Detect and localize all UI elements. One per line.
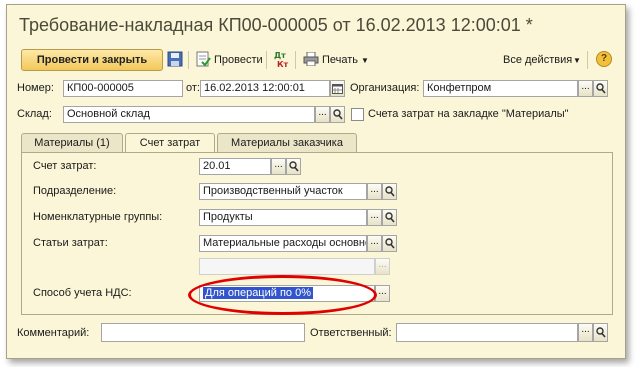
vat-method-label: Способ учета НДС: — [33, 287, 132, 299]
number-field[interactable]: КП00-000005 — [63, 80, 183, 97]
toolbar-separator — [295, 51, 296, 69]
responsible-field[interactable] — [396, 323, 578, 342]
organization-label: Организация: — [350, 82, 420, 94]
ellipsis-button[interactable]: ... — [367, 235, 382, 252]
post-and-close-button[interactable]: Провести и закрыть — [21, 49, 163, 71]
accounts-on-materials-label: Счета затрат на закладке "Материалы" — [368, 108, 569, 120]
cost-items-field[interactable]: Материальные расходы основно — [199, 235, 367, 252]
accounts-on-materials-checkbox[interactable] — [351, 108, 364, 121]
post-document-icon[interactable] — [195, 51, 211, 70]
division-field[interactable]: Производственный участок — [199, 183, 367, 200]
number-label: Номер: — [17, 82, 54, 94]
ellipsis-button[interactable]: ... — [367, 183, 382, 200]
division-label: Подразделение: — [33, 185, 117, 197]
help-icon[interactable]: ? — [596, 51, 612, 67]
debit-credit-icon[interactable]: Дт Кт — [274, 50, 290, 71]
date-field[interactable]: 16.02.2013 12:00:01 — [200, 80, 330, 97]
toolbar-separator — [587, 51, 588, 69]
comment-field[interactable] — [101, 323, 305, 342]
search-icon[interactable] — [382, 183, 397, 200]
extra-analytics-field — [199, 258, 375, 275]
cost-items-label: Статьи затрат: — [33, 237, 108, 249]
svg-text:Кт: Кт — [277, 60, 289, 68]
printer-icon[interactable] — [303, 51, 319, 69]
ellipsis-button[interactable]: ... — [315, 106, 330, 123]
save-icon[interactable] — [167, 51, 183, 70]
toolbar-separator — [188, 51, 189, 69]
account-label: Счет затрат: — [33, 160, 97, 172]
all-actions-button[interactable]: Все действия — [503, 54, 572, 66]
search-icon[interactable] — [286, 158, 301, 175]
responsible-label: Ответственный: — [310, 327, 392, 339]
nomenclature-groups-label: Номенклатурные группы: — [33, 211, 163, 223]
ellipsis-button[interactable]: ... — [578, 323, 593, 342]
account-field[interactable]: 20.01 — [199, 158, 271, 175]
warehouse-label: Склад: — [17, 108, 52, 120]
chevron-down-icon[interactable]: ▼ — [573, 56, 581, 65]
tab-cost-account[interactable]: Счет затрат — [125, 133, 215, 153]
highlight-oval — [188, 275, 377, 315]
svg-text:Дт: Дт — [274, 51, 286, 60]
search-icon[interactable] — [382, 209, 397, 226]
organization-field[interactable]: Конфетпром — [423, 80, 578, 97]
toolbar-separator — [266, 51, 267, 69]
ellipsis-button[interactable]: ... — [375, 285, 390, 302]
ellipsis-button[interactable]: ... — [271, 158, 286, 175]
toolbar: Провести и закрыть Провести Дт Кт Печать … — [7, 47, 625, 73]
warehouse-field[interactable]: Основной склад — [63, 106, 315, 123]
search-icon[interactable] — [382, 235, 397, 252]
post-button[interactable]: Провести — [214, 54, 263, 66]
tab-customer-materials[interactable]: Материалы заказчика — [217, 133, 357, 152]
ellipsis-button[interactable]: ... — [578, 80, 593, 97]
print-button[interactable]: Печать — [322, 54, 358, 66]
chevron-down-icon[interactable]: ▼ — [361, 56, 369, 65]
search-icon[interactable] — [330, 106, 345, 123]
ellipsis-button[interactable]: ... — [367, 209, 382, 226]
search-icon[interactable] — [593, 80, 608, 97]
window-title: Требование-накладная КП00-000005 от 16.0… — [19, 15, 533, 35]
search-icon[interactable] — [593, 323, 608, 342]
document-window: Требование-накладная КП00-000005 от 16.0… — [6, 4, 626, 359]
nomenclature-groups-field[interactable]: Продукты — [199, 209, 367, 226]
comment-label: Комментарий: — [17, 327, 90, 339]
date-label: от: — [186, 82, 200, 94]
calendar-icon[interactable] — [330, 80, 345, 97]
ellipsis-button: ... — [375, 258, 390, 275]
tab-materials[interactable]: Материалы (1) — [21, 133, 123, 152]
